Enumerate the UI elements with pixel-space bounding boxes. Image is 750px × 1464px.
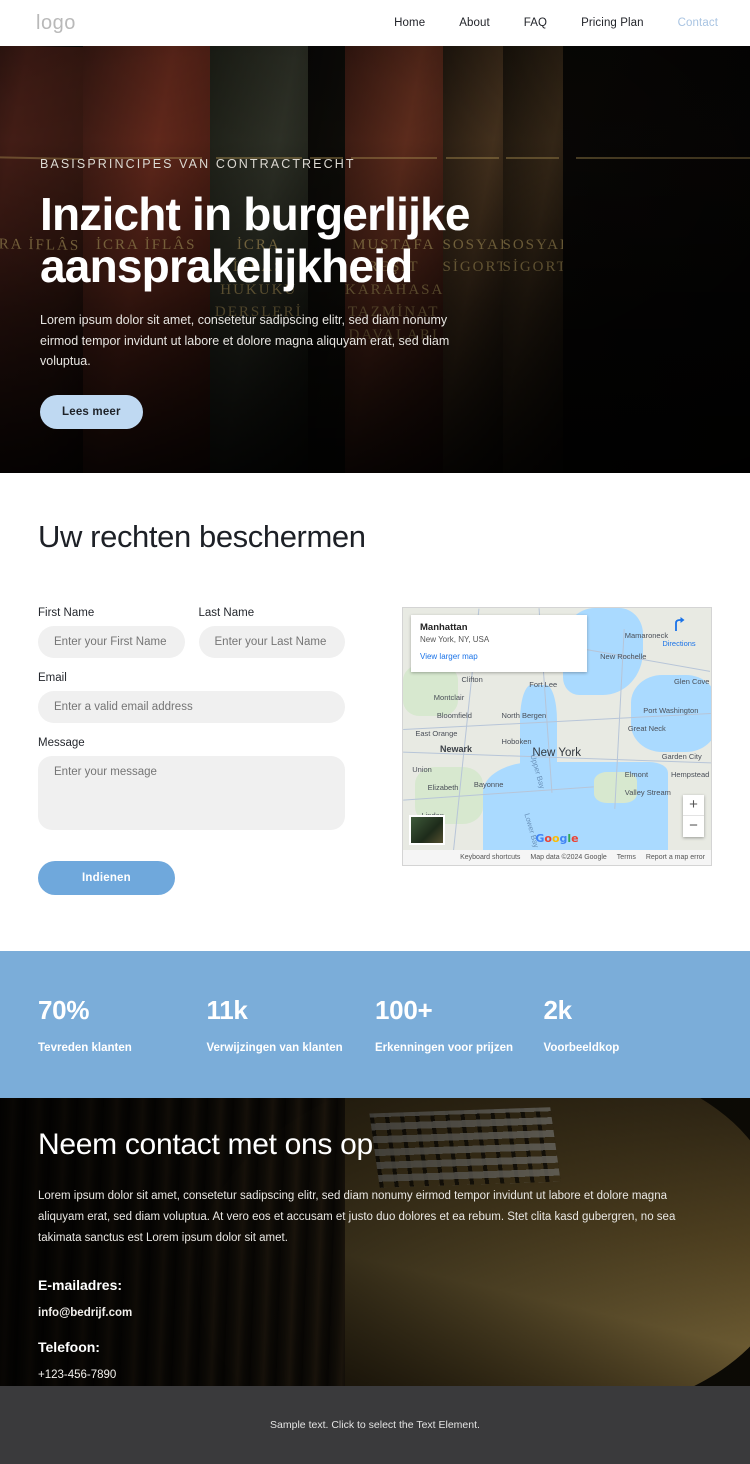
stat-item: 100+ Erkenningen voor prijzen xyxy=(375,995,544,1054)
map-label-new-york: New York xyxy=(532,747,581,759)
map-label: Bayonne xyxy=(474,780,504,789)
email-value[interactable]: info@bedrijf.com xyxy=(38,1307,712,1319)
map-info-card[interactable]: Manhattan New York, NY, USA View larger … xyxy=(411,615,587,672)
map-label: Newark xyxy=(440,744,472,754)
hero-eyebrow: BASISPRINCIPES VAN CONTRACTRECHT xyxy=(40,157,710,171)
stat-caption: Verwijzingen van klanten xyxy=(207,1042,376,1054)
stat-item: 2k Voorbeeldkop xyxy=(544,995,713,1054)
contact-content: Neem contact met ons op Lorem ipsum dolo… xyxy=(0,1098,750,1381)
message-label: Message xyxy=(38,737,345,749)
stat-caption: Erkenningen voor prijzen xyxy=(375,1042,544,1054)
phone-value[interactable]: +123-456-7890 xyxy=(38,1369,712,1381)
google-logo: Google xyxy=(535,832,578,845)
map-attribution-bar: Keyboard shortcuts Map data ©2024 Google… xyxy=(403,850,711,865)
site-header: logo Home About FAQ Pricing Plan Contact xyxy=(0,0,750,46)
stat-item: 11k Verwijzingen van klanten xyxy=(207,995,376,1054)
map-label: Bloomfield xyxy=(437,711,472,720)
map-directions-button[interactable]: Directions xyxy=(655,616,703,651)
zoom-out-button[interactable]: − xyxy=(683,816,704,837)
report-error-link[interactable]: Report a map error xyxy=(646,854,705,861)
map-label: Port Washington xyxy=(643,706,698,715)
stat-value: 2k xyxy=(544,995,713,1026)
contact-info-section: Neem contact met ons op Lorem ipsum dolo… xyxy=(0,1098,750,1386)
map-label: Valley Stream xyxy=(625,788,671,797)
stat-value: 100+ xyxy=(375,995,544,1026)
stat-value: 11k xyxy=(207,995,376,1026)
contact-form-section: Uw rechten beschermen First Name Last Na… xyxy=(0,473,750,951)
message-textarea[interactable] xyxy=(38,756,345,830)
nav-item-contact[interactable]: Contact xyxy=(678,17,718,29)
first-name-label: First Name xyxy=(38,607,185,619)
directions-icon xyxy=(672,616,686,632)
email-heading: E-mailadres: xyxy=(38,1277,712,1293)
google-map[interactable]: Manhattan New York, NY, USA View larger … xyxy=(402,607,712,866)
map-label: Glen Cove xyxy=(674,677,709,686)
map-label: Fort Lee xyxy=(529,680,557,689)
map-label: North Bergen xyxy=(502,711,547,720)
stat-caption: Voorbeeldkop xyxy=(544,1042,713,1054)
map-label: Union xyxy=(412,765,432,774)
last-name-input[interactable] xyxy=(199,626,346,658)
hero-section: İCRA İFLÂS İCRA İFLÂS İCRA İFLAS HUKUKU … xyxy=(0,46,750,473)
email-label: Email xyxy=(38,672,345,684)
first-name-input[interactable] xyxy=(38,626,185,658)
map-label: Hempstead xyxy=(671,770,709,779)
map-zoom-controls[interactable]: + − xyxy=(683,795,704,837)
map-label: New Rochelle xyxy=(600,652,646,661)
hero-title: Inzicht in burgerlijke aansprakelijkheid xyxy=(40,189,600,292)
hero-subtitle: Lorem ipsum dolor sit amet, consetetur s… xyxy=(40,310,460,371)
hero-cta-button[interactable]: Lees meer xyxy=(40,395,143,429)
message-field-group: Message xyxy=(38,737,345,835)
last-name-label: Last Name xyxy=(199,607,346,619)
nav-item-about[interactable]: About xyxy=(459,17,490,29)
map-label: East Orange xyxy=(415,729,457,738)
map-label: Garden City xyxy=(662,752,702,761)
directions-label: Directions xyxy=(662,639,695,648)
phone-heading: Telefoon: xyxy=(38,1339,712,1355)
stat-value: 70% xyxy=(38,995,207,1026)
nav-item-pricing-plan[interactable]: Pricing Plan xyxy=(581,17,644,29)
terms-link[interactable]: Terms xyxy=(617,854,636,861)
zoom-in-button[interactable]: + xyxy=(683,795,704,816)
last-name-field-group: Last Name xyxy=(199,607,346,658)
map-place-name: Manhattan xyxy=(420,622,578,633)
map-place-address: New York, NY, USA xyxy=(420,635,578,644)
map-column: Manhattan New York, NY, USA View larger … xyxy=(402,607,712,866)
stat-caption: Tevreden klanten xyxy=(38,1042,207,1054)
street-view-thumbnail[interactable] xyxy=(409,815,445,845)
contact-form: First Name Last Name Email Message Indie… xyxy=(38,607,345,895)
footer-text[interactable]: Sample text. Click to select the Text El… xyxy=(270,1419,480,1431)
form-and-map-row: First Name Last Name Email Message Indie… xyxy=(38,607,712,895)
main-navigation: Home About FAQ Pricing Plan Contact xyxy=(394,17,718,29)
keyboard-shortcuts-link[interactable]: Keyboard shortcuts xyxy=(460,854,520,861)
map-label: Clifton xyxy=(462,675,483,684)
site-logo[interactable]: logo xyxy=(36,12,76,35)
map-park xyxy=(403,665,458,716)
name-fields-row: First Name Last Name xyxy=(38,607,345,672)
map-label: Montclair xyxy=(434,693,464,702)
map-data-text: Map data ©2024 Google xyxy=(530,854,606,861)
map-label: Hoboken xyxy=(502,737,532,746)
view-larger-map-link[interactable]: View larger map xyxy=(420,652,578,661)
contact-title: Neem contact met ons op xyxy=(38,1128,712,1162)
email-field-group: Email xyxy=(38,672,345,723)
map-label: Elmont xyxy=(625,770,648,779)
email-input[interactable] xyxy=(38,691,345,723)
stat-item: 70% Tevreden klanten xyxy=(38,995,207,1054)
section-title: Uw rechten beschermen xyxy=(38,519,712,555)
site-footer: Sample text. Click to select the Text El… xyxy=(0,1386,750,1464)
map-label: Elizabeth xyxy=(428,783,459,792)
nav-item-faq[interactable]: FAQ xyxy=(524,17,547,29)
nav-item-home[interactable]: Home xyxy=(394,17,425,29)
map-label: Great Neck xyxy=(628,724,666,733)
hero-content: BASISPRINCIPES VAN CONTRACTRECHT Inzicht… xyxy=(40,157,710,429)
contact-paragraph: Lorem ipsum dolor sit amet, consetetur s… xyxy=(38,1186,698,1249)
stats-band: 70% Tevreden klanten 11k Verwijzingen va… xyxy=(0,951,750,1098)
submit-button[interactable]: Indienen xyxy=(38,861,175,895)
first-name-field-group: First Name xyxy=(38,607,185,658)
